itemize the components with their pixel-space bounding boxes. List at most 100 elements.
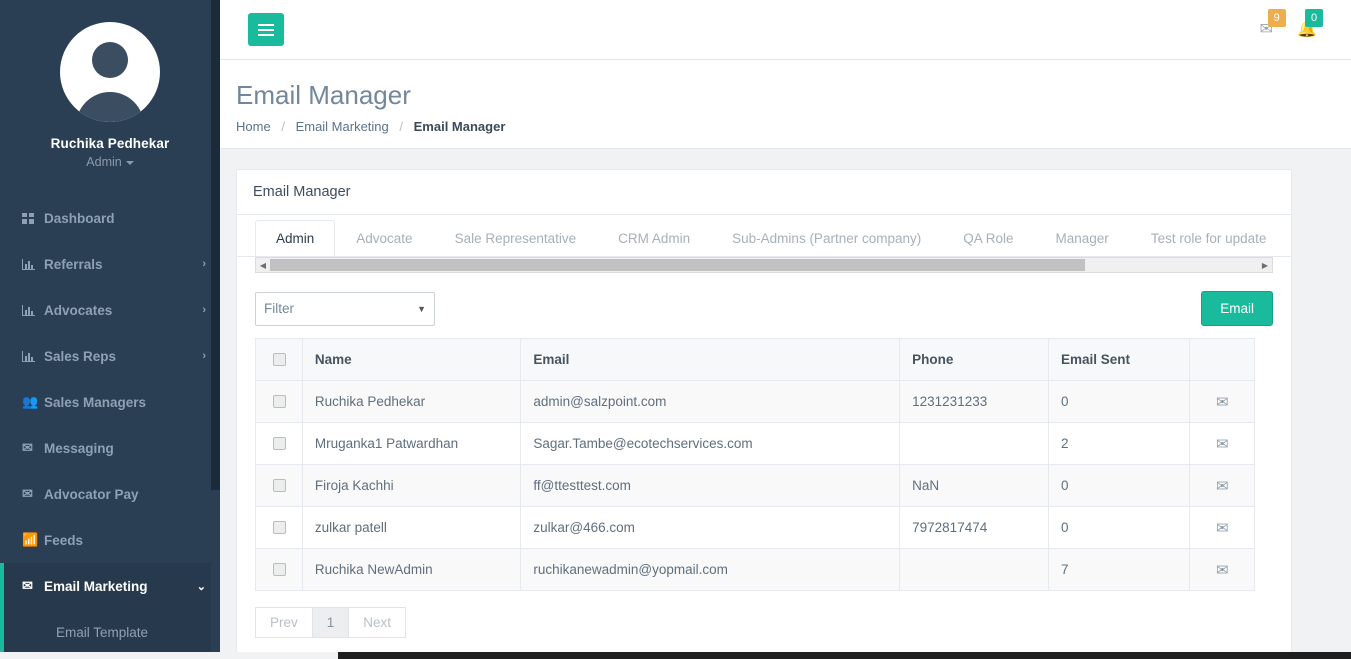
row-checkbox[interactable]: [272, 395, 286, 408]
page-title: Email Manager: [236, 80, 411, 110]
bar-chart-icon: [22, 350, 44, 362]
send-email-icon[interactable]: ✉: [1216, 394, 1229, 411]
sidebar: Ruchika Pedhekar Admin Dashboard Referra…: [0, 0, 220, 659]
sidebar-item-referrals[interactable]: Referrals ›: [0, 241, 220, 287]
column-header-name: Name: [301, 338, 522, 381]
hamburger-icon: [258, 33, 274, 36]
sidebar-item-advocates[interactable]: Advocates ›: [0, 287, 220, 333]
sidebar-scrollbar[interactable]: [211, 0, 220, 659]
sidebar-subitem-label: Email Template: [56, 624, 149, 640]
cell-email-sent: 0: [1047, 380, 1191, 423]
sidebar-item-sales-managers[interactable]: 👥 Sales Managers: [0, 379, 220, 425]
page-header: Email Manager Home / Email Marketing / E…: [220, 60, 1351, 149]
tab-sale-representative[interactable]: Sale Representative: [434, 220, 598, 256]
pagination-page-1-button[interactable]: 1: [311, 607, 349, 638]
sidebar-item-feeds[interactable]: 📶 Feeds: [0, 517, 220, 563]
sidebar-item-email-marketing[interactable]: ✉ Email Marketing ⌄: [0, 563, 220, 609]
email-manager-card: Email Manager Admin Advocate Sale Repres…: [236, 169, 1292, 657]
cell-email-sent: 7: [1047, 548, 1191, 591]
sidebar-item-label: Dashboard: [44, 210, 115, 226]
tabs-scrollbar-thumb[interactable]: [270, 259, 1085, 271]
sidebar-item-label: Sales Reps: [44, 348, 117, 364]
grid-icon: [22, 212, 44, 224]
breadcrumb: Home / Email Marketing / Email Manager: [236, 119, 1351, 134]
envelope-icon: ✉: [22, 486, 33, 501]
send-email-icon[interactable]: ✉: [1216, 520, 1229, 537]
send-email-icon[interactable]: ✉: [1216, 478, 1229, 495]
cell-name: Ruchika NewAdmin: [301, 548, 522, 591]
tab-label: QA Role: [963, 231, 1014, 246]
pagination-next-button[interactable]: Next: [348, 607, 407, 638]
breadcrumb-home[interactable]: Home: [236, 119, 271, 134]
column-header-email-sent: Email Sent: [1047, 338, 1191, 381]
tab-label: CRM Admin: [618, 231, 691, 246]
app-root: Ruchika Pedhekar Admin Dashboard Referra…: [0, 0, 1351, 659]
sidebar-toggle-button[interactable]: [248, 13, 284, 46]
scroll-left-arrow-icon[interactable]: ◀: [256, 258, 270, 272]
tab-test-role-for-update[interactable]: Test role for update: [1130, 220, 1288, 256]
send-email-icon[interactable]: ✉: [1216, 436, 1229, 453]
tab-label: Test role for update: [1150, 231, 1267, 246]
tab-admin[interactable]: Admin: [255, 220, 336, 256]
page-horizontal-scrollbar-thumb[interactable]: [338, 652, 1351, 659]
row-checkbox[interactable]: [272, 479, 286, 492]
breadcrumb-email-marketing[interactable]: Email Marketing: [296, 119, 389, 134]
alerts-button[interactable]: 🔔 0: [1297, 8, 1324, 39]
tab-manager[interactable]: Manager: [1035, 220, 1130, 256]
row-select-cell: [255, 464, 303, 507]
row-checkbox[interactable]: [272, 437, 286, 450]
column-header-email: Email: [520, 338, 901, 381]
sidebar-scrollbar-thumb[interactable]: [211, 0, 220, 490]
row-checkbox[interactable]: [272, 521, 286, 534]
tab-advocate[interactable]: Advocate: [335, 220, 433, 256]
page-horizontal-scrollbar[interactable]: [0, 652, 1351, 659]
breadcrumb-current: Email Manager: [413, 119, 506, 134]
row-select-cell: [255, 422, 303, 465]
table-row: Ruchika NewAdmin ruchikanewadmin@yopmail…: [255, 548, 1255, 591]
select-all-checkbox[interactable]: [272, 353, 286, 366]
sidebar-profile: Ruchika Pedhekar Admin: [0, 0, 220, 169]
tab-sub-admins[interactable]: Sub-Admins (Partner company): [711, 220, 942, 256]
rss-icon: 📶: [22, 532, 39, 547]
profile-role-dropdown[interactable]: Admin: [0, 155, 220, 169]
send-email-icon[interactable]: ✉: [1216, 562, 1229, 579]
sidebar-item-label: Sales Managers: [44, 394, 147, 410]
scroll-right-arrow-icon[interactable]: ▶: [1258, 258, 1272, 272]
tab-qa-role[interactable]: QA Role: [942, 220, 1034, 256]
cell-phone: [899, 548, 1049, 591]
sidebar-item-messaging[interactable]: ✉ Messaging: [0, 425, 220, 471]
tab-list: Admin Advocate Sale Representative CRM A…: [237, 215, 1291, 257]
cell-phone: 7972817474: [899, 506, 1049, 549]
email-button[interactable]: Email: [1201, 291, 1273, 326]
tab-crm-admin[interactable]: CRM Admin: [597, 220, 711, 256]
row-actions-cell: ✉: [1189, 380, 1255, 423]
pagination-prev-button[interactable]: Prev: [255, 607, 312, 638]
tab-next-role[interactable]: Ne: [1287, 220, 1291, 256]
cell-email-sent: 0: [1047, 464, 1191, 507]
cell-email-sent: 0: [1047, 506, 1191, 549]
cell-email: admin@salzpoint.com: [520, 380, 901, 423]
sidebar-item-label: Advocator Pay: [44, 486, 139, 502]
cell-name: Firoja Kachhi: [301, 464, 522, 507]
cell-phone: [899, 422, 1049, 465]
sidebar-nav: Dashboard Referrals › Advocates › Sales …: [0, 195, 220, 655]
topbar: ✉ 9 🔔 0: [220, 0, 1351, 60]
sidebar-item-advocator-pay[interactable]: ✉ Advocator Pay: [0, 471, 220, 517]
caret-down-icon: [125, 160, 134, 165]
filter-select[interactable]: Filter ▼: [255, 291, 435, 326]
alerts-badge: 0: [1305, 8, 1324, 27]
sidebar-item-sales-reps[interactable]: Sales Reps ›: [0, 333, 220, 379]
avatar: [60, 22, 160, 122]
profile-role-label: Admin: [86, 155, 122, 169]
table-header: Name Email Phone Email Sent: [255, 338, 1255, 381]
row-checkbox[interactable]: [272, 563, 286, 576]
profile-name: Ruchika Pedhekar: [50, 136, 170, 151]
select-all-header: [255, 338, 303, 381]
tabs-horizontal-scrollbar[interactable]: ◀ ▶: [255, 257, 1273, 273]
column-header-actions: [1189, 338, 1255, 381]
sidebar-subitem-email-template[interactable]: Email Template: [0, 609, 220, 655]
messages-button[interactable]: ✉ 9: [1260, 8, 1286, 39]
tab-label: Advocate: [356, 231, 413, 246]
sidebar-item-dashboard[interactable]: Dashboard: [0, 195, 220, 241]
sidebar-item-label: Feeds: [44, 532, 84, 548]
